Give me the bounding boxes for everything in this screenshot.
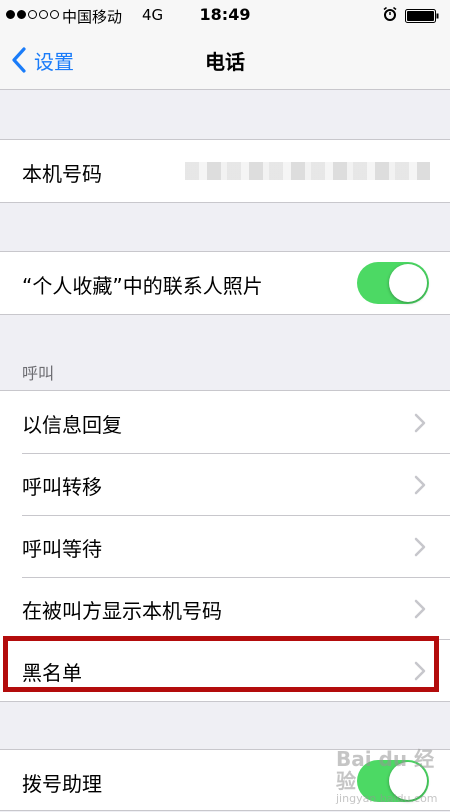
chevron-right-icon [414, 661, 426, 681]
favorites-photos-label: “个人收藏”中的联系人照片 [22, 274, 263, 298]
navigation-bar: 设置 电话 [0, 30, 450, 90]
list-item-reply-with-message[interactable]: 以信息回复 [0, 391, 450, 453]
list-item-label: 黑名单 [22, 661, 82, 685]
dial-assist-group: 拨号助理 [0, 749, 450, 811]
alarm-icon [383, 7, 397, 21]
my-number-group: 本机号码 [0, 139, 450, 203]
list-item-label: 在被叫方显示本机号码 [22, 599, 222, 623]
chevron-right-icon [414, 599, 426, 619]
list-item-call-waiting[interactable]: 呼叫等待 [0, 515, 450, 577]
toggle-knob [389, 762, 427, 800]
dial-assist-toggle[interactable] [357, 760, 429, 802]
list-item-show-caller-id[interactable]: 在被叫方显示本机号码 [0, 577, 450, 639]
section-header-calls: 呼叫 [22, 364, 55, 383]
my-number-label: 本机号码 [22, 162, 102, 186]
list-item-call-forwarding[interactable]: 呼叫转移 [0, 453, 450, 515]
favorites-photos-row: “个人收藏”中的联系人照片 [0, 252, 450, 314]
battery-icon [405, 9, 439, 23]
chevron-right-icon [414, 413, 426, 433]
list-item-label: 以信息回复 [22, 413, 122, 437]
calls-group: 以信息回复 呼叫转移 呼叫等待 在被叫方显示本机号码 黑名单 [0, 390, 450, 702]
dial-assist-label: 拨号助理 [22, 772, 102, 796]
list-item-blacklist[interactable]: 黑名单 [0, 639, 450, 701]
dial-assist-row: 拨号助理 [0, 750, 450, 812]
list-item-label: 呼叫等待 [22, 537, 102, 561]
toggle-knob [389, 264, 427, 302]
list-item-label: 呼叫转移 [22, 475, 102, 499]
chevron-right-icon [414, 537, 426, 557]
my-number-row[interactable]: 本机号码 [0, 140, 450, 202]
favorites-photos-group: “个人收藏”中的联系人照片 [0, 251, 450, 315]
page-title: 电话 [205, 50, 245, 74]
phone-number-value-redacted [185, 162, 430, 180]
favorites-photos-toggle[interactable] [357, 262, 429, 304]
status-bar: 中国移动 4G 18:49 [0, 0, 450, 30]
chevron-right-icon [414, 475, 426, 495]
